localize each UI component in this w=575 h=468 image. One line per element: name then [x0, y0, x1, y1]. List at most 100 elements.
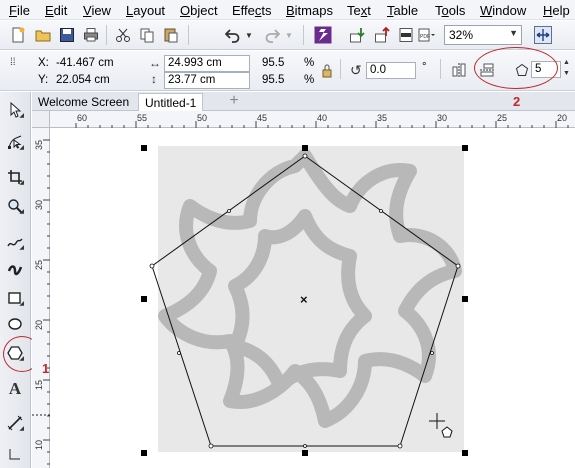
grip-dots-icon: ⁞⁞ — [10, 57, 16, 68]
canvas-drawing — [141, 145, 468, 456]
publish-pdf-icon[interactable] — [396, 25, 416, 45]
rotation-angle-field[interactable]: 0.0 — [366, 62, 416, 79]
rotate-icon: ↺ — [350, 62, 362, 78]
menu-help[interactable]: Help — [543, 3, 570, 18]
menu-label-part: ile — [16, 3, 30, 18]
ruler-label: 45 — [257, 113, 268, 123]
ruler-label: 35 — [34, 139, 44, 150]
undo-dropdown-icon[interactable]: ▼ — [244, 25, 254, 45]
menu-tools[interactable]: Tools — [435, 3, 465, 18]
callout-label-2: 2 — [513, 94, 521, 109]
zoom-value: 32% — [449, 28, 474, 42]
menu-label-part: bject — [190, 3, 218, 18]
property-bar: ⁞⁞ X: -41.467 cm Y: 22.054 cm ↔ 24.993 c… — [0, 47, 575, 91]
new-document-icon[interactable] — [8, 25, 28, 45]
object-height-field[interactable]: 23.77 cm — [164, 72, 250, 89]
search-content-icon[interactable] — [313, 25, 333, 45]
stepper-down-icon[interactable]: ▼ — [563, 70, 570, 77]
menu-label-part: Effe — [232, 3, 255, 18]
object-width-value: 24.993 cm — [168, 57, 222, 69]
menu-label-part: indow — [492, 3, 527, 18]
menu-object[interactable]: Object — [180, 3, 218, 18]
highlight-circle-sides — [474, 47, 558, 89]
connector-tool-icon[interactable] — [5, 444, 25, 464]
menu-edit[interactable]: Edit — [45, 3, 67, 18]
standard-toolbar: ▼ ▼ PDF 32% ▼ — [0, 21, 575, 50]
menu-layout[interactable]: Layout — [126, 3, 165, 18]
mirror-horizontal-icon[interactable] — [451, 62, 467, 81]
menu-table[interactable]: Table — [387, 3, 418, 18]
export-icon[interactable] — [372, 25, 392, 45]
menu-label-accel: o — [441, 3, 449, 18]
toolbar-separator — [188, 25, 189, 45]
menu-label-part: itmaps — [294, 3, 333, 18]
menu-label-part: ayout — [133, 3, 166, 18]
y-position-label: Y: — [38, 74, 49, 86]
scale-height-field[interactable]: 95.5 — [258, 72, 298, 89]
menu-label-accel: W — [480, 3, 493, 18]
menu-effects[interactable]: Effects — [232, 3, 272, 18]
artistic-media-tool-icon[interactable] — [5, 259, 25, 279]
open-folder-icon[interactable] — [33, 25, 53, 45]
ruler-label: 35 — [377, 113, 388, 123]
redo-dropdown-icon[interactable]: ▼ — [284, 25, 294, 45]
scale-width-field[interactable]: 95.5 — [258, 55, 298, 72]
y-position-field[interactable]: 22.054 cm — [52, 72, 136, 89]
toolbar-separator — [106, 25, 107, 45]
flyout-corner-icon: ◢ — [19, 113, 24, 119]
lock-ratio-icon[interactable] — [322, 63, 332, 82]
stepper-up-icon[interactable]: ▲ — [563, 59, 570, 66]
menu-label-accel: O — [180, 3, 191, 18]
flyout-corner-icon: ◢ — [19, 209, 24, 215]
menu-label-part: ols — [448, 3, 466, 18]
tab-untitled-1[interactable]: Untitled-1 — [138, 93, 204, 111]
rectangle-tool-icon[interactable]: ◢ — [5, 288, 25, 308]
menu-bar: File Edit View Layout Object Effects Bit… — [0, 0, 575, 20]
text-tool-icon[interactable]: A — [5, 379, 25, 399]
ruler-label: 60 — [77, 113, 88, 123]
pick-tool-icon[interactable]: ◢ — [5, 100, 25, 120]
menu-view[interactable]: View — [83, 3, 111, 18]
menu-text[interactable]: Text — [347, 3, 371, 18]
crop-tool-icon[interactable]: ◢ — [5, 167, 25, 187]
menu-window[interactable]: Window — [480, 3, 526, 18]
toolbox: ◢ ◢ ◢ ◢ ◢ ◢ ◢ A ◢ — [0, 92, 31, 468]
zoom-tool-icon[interactable]: ◢ — [5, 196, 25, 216]
drawing-canvas[interactable]: × — [51, 129, 575, 468]
toolbar-separator — [440, 59, 441, 79]
toolbar-separator — [340, 59, 341, 79]
menu-file[interactable]: File — [9, 3, 30, 18]
menu-label-accel: B — [286, 3, 295, 18]
ellipse-tool-icon[interactable] — [5, 314, 25, 334]
freehand-tool-icon[interactable]: ◢ — [5, 232, 25, 252]
pdf-dropdown-icon[interactable]: PDF — [417, 25, 437, 45]
print-icon[interactable] — [81, 25, 101, 45]
menu-bitmaps[interactable]: Bitmaps — [286, 3, 333, 18]
x-position-value: -41.467 cm — [56, 57, 114, 69]
save-icon[interactable] — [57, 25, 77, 45]
import-icon[interactable] — [347, 25, 367, 45]
add-tab-button[interactable]: + — [226, 93, 242, 109]
undo-icon[interactable] — [223, 25, 243, 45]
tab-welcome-screen[interactable]: Welcome Screen — [32, 93, 135, 111]
cut-icon[interactable] — [113, 25, 133, 45]
copy-icon[interactable] — [137, 25, 157, 45]
zoom-level-select[interactable]: 32% ▼ — [444, 25, 522, 45]
ruler-label: 30 — [437, 113, 448, 123]
menu-label-part: elp — [552, 3, 570, 18]
redo-icon[interactable] — [262, 25, 282, 45]
ruler-origin[interactable] — [32, 111, 50, 128]
x-position-field[interactable]: -41.467 cm — [52, 55, 136, 72]
dimension-tool-icon[interactable]: ◢ — [5, 413, 25, 433]
menu-label-accel: H — [543, 3, 553, 18]
horizontal-ruler[interactable]: 60 55 50 45 40 35 30 25 20 — [50, 111, 575, 128]
object-height-value: 23.77 cm — [168, 74, 216, 86]
flyout-corner-icon: ◢ — [19, 245, 24, 251]
vertical-ruler-ticks — [32, 139, 50, 465]
menu-label-part: dit — [53, 3, 68, 18]
shape-tool-icon[interactable]: ◢ — [5, 132, 25, 152]
zoom-to-page-icon[interactable] — [533, 25, 553, 45]
vertical-ruler[interactable]: 35 30 25 20 15 10 — [32, 128, 50, 468]
paste-icon[interactable] — [161, 25, 181, 45]
object-width-field[interactable]: 24.993 cm — [164, 55, 250, 72]
